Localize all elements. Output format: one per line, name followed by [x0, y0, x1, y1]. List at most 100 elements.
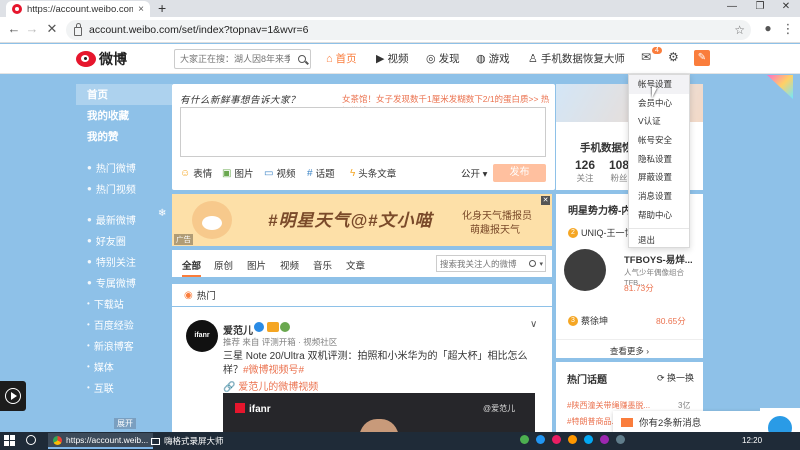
search-input[interactable] [180, 54, 290, 64]
ranking-row[interactable]: 2 UNIQ-王一博 [568, 226, 634, 239]
see-more-link[interactable]: 查看更多 › [556, 339, 703, 357]
tray-app-icon[interactable] [584, 435, 593, 444]
video-tool[interactable]: ▭ 视频 [264, 166, 295, 181]
back-arrow-icon[interactable]: ← [6, 21, 22, 36]
minimize-icon[interactable]: — [722, 1, 742, 12]
nav-discover[interactable]: ◎ 发现 [426, 51, 460, 66]
group-icon: • [87, 299, 90, 308]
weibo-logo[interactable]: 微博 [76, 49, 127, 69]
left-nav-media[interactable]: • 媒体 [76, 356, 172, 377]
post-hashtag[interactable]: #微博视频号# [243, 365, 304, 376]
avatar[interactable] [564, 249, 606, 291]
search-icon[interactable] [298, 55, 306, 63]
ad-banner[interactable]: #明星天气@#文小喵 化身天气播报员 萌趣报天气 广告 ✕ [172, 194, 552, 246]
unfold-button[interactable]: 展开 [114, 418, 136, 429]
tray-app-icon[interactable] [568, 435, 577, 444]
menu-item-account-security[interactable]: 帐号安全 [629, 131, 689, 150]
tray-app-icon[interactable] [552, 435, 561, 444]
compose-textarea[interactable] [180, 107, 546, 157]
tab-videos[interactable]: 视频 [280, 258, 299, 272]
left-nav-special[interactable]: ● 特别关注 [76, 251, 172, 272]
post-video-link[interactable]: 🔗 爱范儿的微博视频 [223, 378, 318, 393]
new-tab-button[interactable]: + [158, 0, 166, 16]
tab-all[interactable]: 全部 [182, 258, 202, 277]
feed-search-input[interactable] [440, 258, 528, 269]
hot-label-bar[interactable]: ◉ 热门 [172, 284, 552, 306]
nav-game[interactable]: ◍ 游戏 [476, 51, 510, 66]
taskbar-chrome[interactable]: https://account.weib... [48, 433, 154, 449]
tray-app-icon[interactable] [536, 435, 545, 444]
left-nav-home[interactable]: 首页 [76, 84, 172, 105]
left-nav-interconnect[interactable]: • 互联 [76, 377, 172, 398]
maximize-icon[interactable]: ❐ [750, 1, 770, 12]
following-stat[interactable]: 126 关注 [568, 158, 602, 184]
search-icon[interactable] [529, 260, 537, 267]
tab-images[interactable]: 图片 [247, 258, 266, 272]
nav-video[interactable]: ▶ 视频 [376, 51, 408, 66]
menu-item-logout[interactable]: 退出 [629, 231, 689, 250]
left-nav-friends[interactable]: ● 好友圈 [76, 230, 172, 251]
image-tool[interactable]: ▣ 图片 [222, 166, 253, 181]
forward-arrow-icon[interactable]: → [24, 21, 40, 36]
menu-item-messages[interactable]: 消息设置 [629, 187, 689, 206]
post-username[interactable]: 爱范儿 [223, 322, 253, 337]
tray-app-icon[interactable] [600, 435, 609, 444]
headline-tool[interactable]: ϟ 头条文章 [350, 166, 396, 181]
message-icon[interactable]: ✉ [641, 50, 651, 64]
stop-loading-icon[interactable]: ✕ [44, 21, 60, 37]
windows-start-icon[interactable] [4, 435, 15, 446]
left-nav-likes[interactable]: 我的赞 [76, 126, 172, 147]
taskbar-recorder[interactable]: 嗨格式录屏大师 [146, 433, 229, 449]
left-nav-favorites[interactable]: 我的收藏 [76, 105, 172, 126]
tray-app-icon[interactable] [616, 435, 625, 444]
url-field[interactable]: account.weibo.com/set/index?topnav=1&wvr… [66, 20, 751, 40]
left-nav-hot-weibo[interactable]: ● 热门微博 [76, 157, 172, 178]
topic-tool[interactable]: # 话题 [307, 166, 335, 181]
menu-item-verification[interactable]: V认证 [629, 112, 689, 131]
chevron-down-icon[interactable]: ▾ [539, 260, 543, 268]
left-nav-download[interactable]: • 下载站 [76, 293, 172, 314]
tab-original[interactable]: 原创 [214, 258, 233, 272]
menu-item-account-settings[interactable]: 帐号设置 [629, 75, 689, 94]
browser-tab[interactable]: https://account.weibo.com/se × [6, 1, 150, 17]
floating-video-button[interactable] [0, 381, 26, 411]
search-icon[interactable] [26, 435, 36, 445]
bookmark-star-icon[interactable]: ☆ [734, 23, 745, 37]
tab-close-icon[interactable]: × [138, 4, 144, 15]
refresh-button[interactable]: ⟳ 换一换 [657, 371, 694, 384]
ranking-featured-name[interactable]: TFBOYS-易烊... [624, 252, 693, 266]
profile-name[interactable]: 手机数据恢 [580, 140, 633, 155]
tab-music[interactable]: 音乐 [313, 258, 332, 272]
ranking-row[interactable]: 3 蔡徐坤 [568, 314, 608, 327]
banner-close-icon[interactable]: ✕ [541, 196, 550, 205]
nav-user[interactable]: ♙ 手机数据恢复大师 [528, 51, 625, 66]
hot-topic-item[interactable]: #特朗普商品... [567, 416, 618, 427]
window-close-icon[interactable]: ✕ [776, 1, 796, 12]
compose-button[interactable]: ✎ [694, 50, 710, 66]
send-button[interactable]: 发布 [493, 164, 546, 182]
left-nav-exclusive[interactable]: ● 专属微博 [76, 272, 172, 293]
group-icon: ● [87, 236, 92, 245]
tray-wechat-icon[interactable] [520, 435, 529, 444]
left-nav-blog[interactable]: • 新浪博客 [76, 335, 172, 356]
avatar[interactable]: ifanr [186, 320, 218, 352]
menu-item-block[interactable]: 屏蔽设置 [629, 168, 689, 187]
hot-topic-item[interactable]: #陕西潼关带绳赚墨脱... [567, 400, 650, 411]
gear-icon[interactable]: ⚙ [668, 50, 679, 64]
left-nav-hot-video[interactable]: ● 热门视频 [76, 178, 172, 199]
ranking-name: 蔡徐坤 [581, 316, 609, 326]
tab-articles[interactable]: 文章 [346, 258, 365, 272]
chevron-down-icon[interactable]: ∨ [530, 319, 537, 330]
browser-menu-icon[interactable]: ⋮ [780, 21, 796, 37]
menu-item-privacy[interactable]: 隐私设置 [629, 150, 689, 169]
visibility-dropdown[interactable]: 公开 ▾ [461, 166, 487, 180]
emoji-tool[interactable]: ☺ 表情 [180, 166, 212, 181]
decorative-corner [767, 75, 793, 99]
nav-home[interactable]: ⌂ 首页 [326, 51, 357, 66]
profile-icon[interactable]: ● [760, 21, 776, 35]
clock[interactable]: 12:20 [742, 436, 762, 445]
menu-item-help[interactable]: 帮助中心 [629, 206, 689, 225]
left-nav-baidu[interactable]: • 百度经验 [76, 314, 172, 335]
menu-item-vip-center[interactable]: 会员中心 [629, 94, 689, 113]
snowflake-icon[interactable]: ❄ [158, 208, 166, 219]
